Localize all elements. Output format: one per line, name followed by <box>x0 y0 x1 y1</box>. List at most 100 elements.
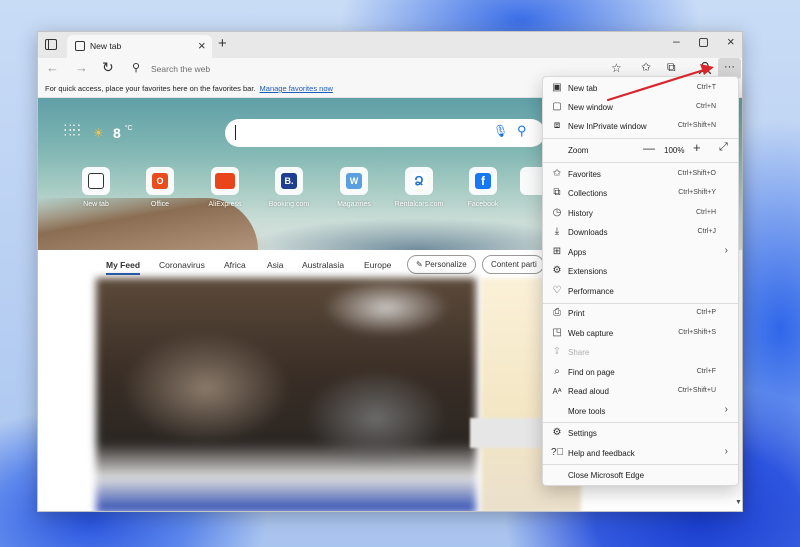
menu-item-read-aloud[interactable]: Aᴬ Read aloud Ctrl+Shift+U <box>543 382 738 401</box>
menu-item-shortcut: Ctrl+Shift+O <box>677 170 716 177</box>
apps-icon: ⊞ <box>552 246 562 257</box>
search-icon[interactable]: ⚲ <box>517 123 527 139</box>
refresh-button[interactable]: ↻ <box>102 59 114 76</box>
menu-item-label: Read aloud <box>568 387 609 396</box>
menu-divider <box>543 422 738 423</box>
menu-divider <box>543 464 738 465</box>
forward-button[interactable]: → <box>75 60 88 75</box>
feed-tab-asia[interactable]: Asia <box>267 260 284 270</box>
collections-icon: ⧉ <box>553 187 561 198</box>
find-icon: ⌕ <box>554 366 560 377</box>
new-tab-icon <box>75 41 85 51</box>
settings-icon: ⚙ <box>552 427 562 438</box>
menu-item-history[interactable]: ◷ History Ctrl+H <box>543 204 738 223</box>
new-window-icon: ▢ <box>552 101 562 112</box>
content-partially-visible-button[interactable]: Content parti <box>482 255 544 274</box>
full-screen-icon[interactable]: ⤢ <box>719 141 728 154</box>
menu-item-downloads[interactable]: ⤓ Downloads Ctrl+J <box>543 223 738 242</box>
personalize-label: Personalize <box>424 260 467 269</box>
menu-item-find-on-page[interactable]: ⌕ Find on page Ctrl+F <box>543 363 738 382</box>
quick-link-rentalcars[interactable]: Ձ Rentalcars.com <box>391 167 447 208</box>
weather-temperature[interactable]: 8 °C <box>113 125 133 141</box>
print-icon: ⎙ <box>553 307 561 318</box>
menu-item-label: Favorites <box>568 170 601 179</box>
back-button[interactable]: ← <box>46 60 59 75</box>
menu-item-close-edge[interactable]: Close Microsoft Edge <box>543 466 738 485</box>
inprivate-icon: ⧈ <box>553 120 561 131</box>
close-tab-icon[interactable]: × <box>198 38 206 53</box>
menu-item-shortcut: Ctrl+Shift+U <box>677 387 716 394</box>
quick-link-office[interactable]: O Office <box>132 167 188 208</box>
minimize-button[interactable]: – <box>673 34 680 48</box>
menu-item-share: ⇪ Share <box>543 343 738 362</box>
personalize-button[interactable]: ✎ Personalize <box>407 255 476 274</box>
tab-actions-icon[interactable] <box>45 39 57 50</box>
menu-item-label: Extensions <box>568 267 608 276</box>
booking-icon: B. <box>281 173 297 189</box>
read-aloud-icon: Aᴬ <box>552 387 562 396</box>
new-tab-icon: ▣ <box>552 82 562 93</box>
new-tab-icon <box>88 173 104 189</box>
zoom-in-button[interactable]: + <box>693 140 701 155</box>
facebook-icon: f <box>475 173 491 189</box>
maximize-button[interactable] <box>699 38 708 47</box>
menu-item-more-tools[interactable]: More tools › <box>543 402 738 421</box>
quick-link-tile: B. <box>275 167 303 195</box>
menu-item-label: Print <box>568 309 585 318</box>
menu-item-favorites[interactable]: ✩ Favorites Ctrl+Shift+O <box>543 165 738 184</box>
feed-tab-coronavirus[interactable]: Coronavirus <box>159 260 205 270</box>
ntp-search-box[interactable]: 🎙 ⚲ <box>225 119 545 147</box>
menu-item-label: Downloads <box>568 228 608 237</box>
quick-link-label: Magazines <box>337 201 371 208</box>
quick-link-magazines[interactable]: W Magazines <box>326 167 382 208</box>
menu-item-performance[interactable]: ♡ Performance <box>543 282 738 301</box>
blurred-news-card[interactable] <box>96 278 476 511</box>
quick-link-aliexpress[interactable]: AliExpress <box>197 167 253 208</box>
menu-item-new-inprivate-window[interactable]: ⧈ New InPrivate window Ctrl+Shift+N <box>543 117 738 136</box>
menu-item-help-and-feedback[interactable]: ?⃝ Help and feedback › <box>543 444 738 463</box>
menu-item-label: Web capture <box>568 329 614 338</box>
feed-tab-my-feed[interactable]: My Feed <box>106 260 141 275</box>
menu-item-shortcut: Ctrl+Shift+S <box>678 329 716 336</box>
weather-partly-sunny-icon[interactable]: ☀ <box>93 126 104 140</box>
zoom-out-button[interactable]: — <box>643 141 655 155</box>
tab-new-tab[interactable]: New tab × <box>67 35 212 58</box>
menu-item-shortcut: Ctrl+P <box>696 309 716 316</box>
quick-link-tile: Ձ <box>405 167 433 195</box>
quick-link-new-tab[interactable]: New tab <box>68 167 124 208</box>
menu-item-label: Help and feedback <box>568 449 635 458</box>
annotation-arrow <box>606 64 714 102</box>
menu-item-label: More tools <box>568 407 606 416</box>
scroll-down-arrow-icon[interactable]: ▼ <box>735 499 742 506</box>
apps-launcher-icon[interactable]: ∷∷ ∷∷ <box>64 122 81 139</box>
microphone-icon[interactable]: 🎙 <box>493 124 508 138</box>
menu-item-label: New InPrivate window <box>568 122 647 131</box>
quick-link-label: Rentalcars.com <box>394 201 444 208</box>
downloads-icon: ⤓ <box>554 226 560 237</box>
feed-tab-australasia[interactable]: Australasia <box>302 260 344 270</box>
feed-tab-africa[interactable]: Africa <box>224 260 246 270</box>
menu-item-apps[interactable]: ⊞ Apps › <box>543 243 738 262</box>
settings-and-more-menu: ▣ New tab Ctrl+T ▢ New window Ctrl+N ⧈ N… <box>542 76 739 486</box>
menu-divider <box>543 138 738 139</box>
feed-tab-europe[interactable]: Europe <box>364 260 391 270</box>
close-window-button[interactable]: × <box>727 34 735 49</box>
quick-link-facebook[interactable]: f Facebook <box>455 167 511 208</box>
help-icon: ?⃝ <box>551 447 565 458</box>
extensions-icon: ⚙ <box>552 265 562 276</box>
menu-item-print[interactable]: ⎙ Print Ctrl+P <box>543 304 738 323</box>
quick-link-label: Office <box>150 201 170 208</box>
menu-item-web-capture[interactable]: ◳ Web capture Ctrl+Shift+S <box>543 324 738 343</box>
menu-divider <box>543 162 738 163</box>
manage-favorites-link[interactable]: Manage favorites now <box>260 84 333 93</box>
menu-item-extensions[interactable]: ⚙ Extensions <box>543 262 738 281</box>
quick-link-booking[interactable]: B. Booking.com <box>261 167 317 208</box>
menu-item-collections[interactable]: ⧉ Collections Ctrl+Shift+Y <box>543 184 738 203</box>
new-tab-button[interactable]: + <box>218 35 227 52</box>
edit-icon: ✎ <box>416 260 423 269</box>
search-icon: ⚲ <box>132 62 141 74</box>
menu-item-settings[interactable]: ⚙ Settings <box>543 424 738 443</box>
office-icon: O <box>152 173 168 189</box>
quick-link-label: Booking.com <box>268 201 310 208</box>
menu-item-label: History <box>568 209 593 218</box>
